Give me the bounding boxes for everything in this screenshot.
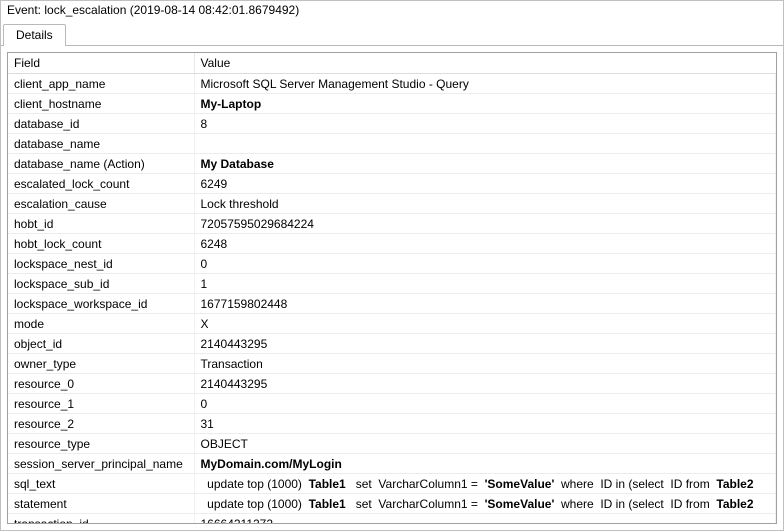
field-value: MyDomain.com/MyLogin xyxy=(194,454,776,474)
table-row[interactable]: transaction_id 16664211272 xyxy=(8,514,776,525)
field-label: hobt_lock_count xyxy=(8,234,194,254)
field-label: transaction_id xyxy=(8,514,194,525)
field-label: database_name xyxy=(8,134,194,154)
column-header-value[interactable]: Value xyxy=(194,53,776,74)
field-value-statement: update top (1000) Table1 set VarcharColu… xyxy=(194,494,776,514)
field-value: X xyxy=(194,314,776,334)
table-row[interactable]: escalation_cause Lock threshold xyxy=(8,194,776,214)
table-row[interactable]: session_server_principal_name MyDomain.c… xyxy=(8,454,776,474)
field-value: Microsoft SQL Server Management Studio -… xyxy=(194,74,776,94)
field-value: 2140443295 xyxy=(194,334,776,354)
field-value-sql-text: update top (1000) Table1 set VarcharColu… xyxy=(194,474,776,494)
window-title: Event: lock_escalation (2019-08-14 08:42… xyxy=(1,1,783,21)
field-label: escalation_cause xyxy=(8,194,194,214)
field-label: mode xyxy=(8,314,194,334)
field-value: 6248 xyxy=(194,234,776,254)
table-row[interactable]: escalated_lock_count 6249 xyxy=(8,174,776,194)
field-label: resource_2 xyxy=(8,414,194,434)
field-value: 1 xyxy=(194,274,776,294)
field-value: 0 xyxy=(194,394,776,414)
field-label: resource_1 xyxy=(8,394,194,414)
field-label: lockspace_workspace_id xyxy=(8,294,194,314)
details-grid: Field Value client_app_name Microsoft SQ… xyxy=(7,52,777,524)
table-row[interactable]: database_name xyxy=(8,134,776,154)
field-value: 0 xyxy=(194,254,776,274)
field-value: 16664211272 xyxy=(194,514,776,525)
field-value: Lock threshold xyxy=(194,194,776,214)
field-value: OBJECT xyxy=(194,434,776,454)
table-row[interactable]: hobt_lock_count 6248 xyxy=(8,234,776,254)
tab-strip: Details xyxy=(1,21,783,46)
field-value: 31 xyxy=(194,414,776,434)
table-row[interactable]: lockspace_nest_id 0 xyxy=(8,254,776,274)
table-row[interactable]: owner_type Transaction xyxy=(8,354,776,374)
table-row[interactable]: sql_text update top (1000) Table1 set Va… xyxy=(8,474,776,494)
field-label: statement xyxy=(8,494,194,514)
details-table: Field Value client_app_name Microsoft SQ… xyxy=(8,53,776,524)
tab-details[interactable]: Details xyxy=(3,24,66,46)
field-label: object_id xyxy=(8,334,194,354)
table-row[interactable]: resource_2 31 xyxy=(8,414,776,434)
field-value xyxy=(194,134,776,154)
field-value: 1677159802448 xyxy=(194,294,776,314)
field-value: 8 xyxy=(194,114,776,134)
field-label: database_id xyxy=(8,114,194,134)
field-value: My-Laptop xyxy=(194,94,776,114)
table-row[interactable]: lockspace_sub_id 1 xyxy=(8,274,776,294)
table-row[interactable]: resource_1 0 xyxy=(8,394,776,414)
table-row[interactable]: client_hostname My-Laptop xyxy=(8,94,776,114)
field-label: lockspace_sub_id xyxy=(8,274,194,294)
table-row[interactable]: hobt_id 72057595029684224 xyxy=(8,214,776,234)
field-label: database_name (Action) xyxy=(8,154,194,174)
field-label: session_server_principal_name xyxy=(8,454,194,474)
table-row[interactable]: mode X xyxy=(8,314,776,334)
field-label: client_app_name xyxy=(8,74,194,94)
field-label: resource_0 xyxy=(8,374,194,394)
field-label: client_hostname xyxy=(8,94,194,114)
event-window: Event: lock_escalation (2019-08-14 08:42… xyxy=(0,0,784,531)
field-label: owner_type xyxy=(8,354,194,374)
table-row[interactable]: lockspace_workspace_id 1677159802448 xyxy=(8,294,776,314)
table-row[interactable]: database_id 8 xyxy=(8,114,776,134)
field-label: hobt_id xyxy=(8,214,194,234)
table-row[interactable]: client_app_name Microsoft SQL Server Man… xyxy=(8,74,776,94)
field-value: 6249 xyxy=(194,174,776,194)
field-label: escalated_lock_count xyxy=(8,174,194,194)
field-value: 2140443295 xyxy=(194,374,776,394)
table-row[interactable]: resource_0 2140443295 xyxy=(8,374,776,394)
field-value: My Database xyxy=(194,154,776,174)
field-value: Transaction xyxy=(194,354,776,374)
field-value: 72057595029684224 xyxy=(194,214,776,234)
table-row[interactable]: statement update top (1000) Table1 set V… xyxy=(8,494,776,514)
table-row[interactable]: resource_type OBJECT xyxy=(8,434,776,454)
field-label: resource_type xyxy=(8,434,194,454)
table-row[interactable]: database_name (Action) My Database xyxy=(8,154,776,174)
field-label: sql_text xyxy=(8,474,194,494)
table-row[interactable]: object_id 2140443295 xyxy=(8,334,776,354)
field-label: lockspace_nest_id xyxy=(8,254,194,274)
column-header-field[interactable]: Field xyxy=(8,53,194,74)
